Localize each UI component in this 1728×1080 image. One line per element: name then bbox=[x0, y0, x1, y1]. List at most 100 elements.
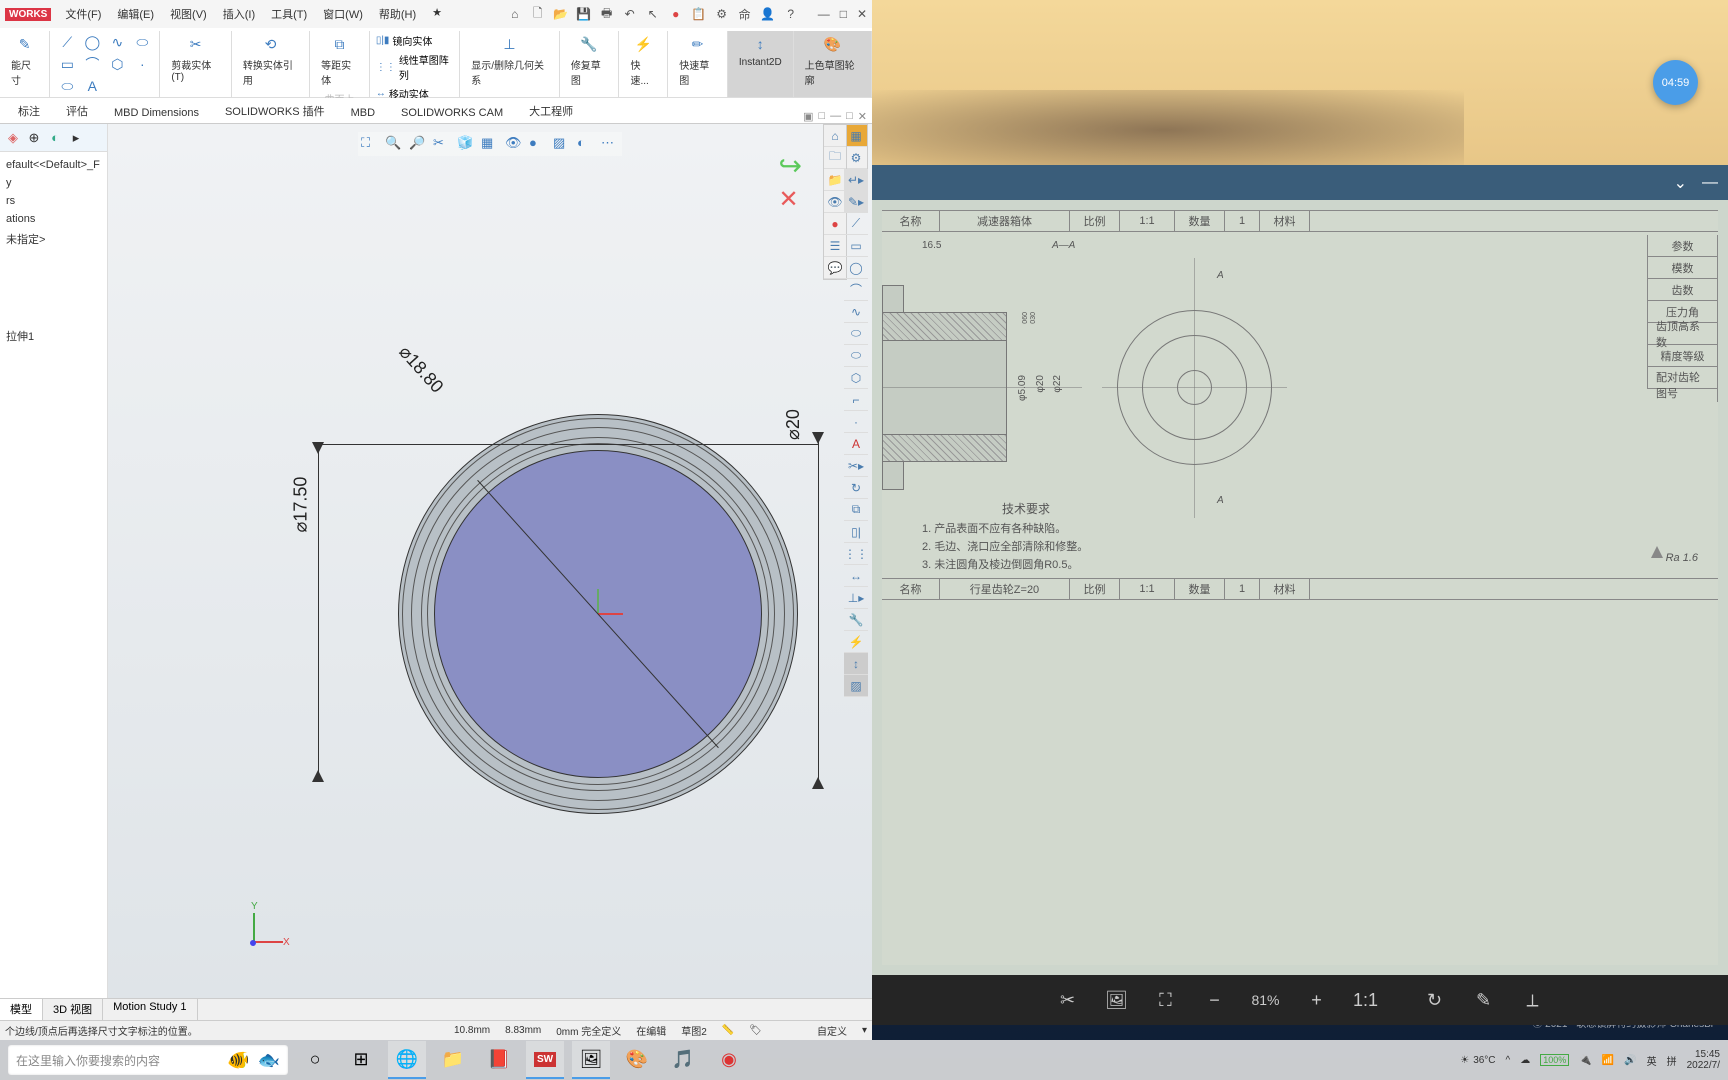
sk-ellipse-icon[interactable]: ⬭ bbox=[844, 323, 868, 345]
zoom-fit-icon[interactable]: ⛶ bbox=[361, 135, 379, 153]
tab-mbd-dim[interactable]: MBD Dimensions bbox=[101, 102, 212, 123]
taskbar-netease-icon[interactable]: ◉ bbox=[710, 1041, 748, 1079]
menu-pin-icon[interactable]: ★ bbox=[428, 4, 446, 24]
task-forum-icon[interactable]: 💬 bbox=[824, 257, 846, 279]
repair-button[interactable]: 🔧 修复草图 bbox=[566, 31, 613, 89]
tree-config-item[interactable]: efault<<Default>_F bbox=[2, 156, 105, 174]
search-text[interactable]: 命 bbox=[735, 4, 755, 24]
sk-convert-icon[interactable]: ↻ bbox=[844, 477, 868, 499]
save-icon[interactable]: 💾 bbox=[574, 4, 594, 24]
tray-onedrive-icon[interactable]: ☁ bbox=[1520, 1055, 1530, 1066]
slot-icon[interactable]: ⬭ bbox=[56, 75, 78, 97]
menu-tools[interactable]: 工具(T) bbox=[267, 4, 311, 24]
dim-17-50[interactable]: ⌀17.50 bbox=[290, 477, 311, 533]
sk-offset-icon[interactable]: ⧉ bbox=[844, 499, 868, 521]
mdi-min-icon[interactable]: — bbox=[830, 110, 841, 123]
menu-insert[interactable]: 插入(I) bbox=[219, 4, 259, 24]
line-icon[interactable]: ⟋ bbox=[56, 31, 78, 53]
mirror-button[interactable]: ▯|▮镜向实体 bbox=[376, 31, 453, 50]
minimize-icon[interactable]: — bbox=[1702, 174, 1718, 192]
maximize-button[interactable]: □ bbox=[840, 7, 847, 21]
tree-tab-icon[interactable]: ◈ bbox=[4, 129, 22, 147]
task-home-icon[interactable]: ⌂ bbox=[824, 125, 846, 147]
zoom-out-icon[interactable]: − bbox=[1202, 988, 1226, 1012]
tree-item-1[interactable]: rs bbox=[2, 192, 105, 210]
tray-battery[interactable]: 100% bbox=[1540, 1054, 1569, 1066]
info-icon[interactable]: 🖼 bbox=[1104, 988, 1128, 1012]
tab-addins[interactable]: SOLIDWORKS 插件 bbox=[212, 98, 338, 123]
taskbar-photos-icon[interactable]: 🖼 bbox=[572, 1041, 610, 1079]
tray-expand-icon[interactable]: ^ bbox=[1506, 1055, 1511, 1066]
minimize-button[interactable]: — bbox=[818, 7, 830, 21]
close-button[interactable]: ✕ bbox=[857, 7, 867, 21]
tree-config-icon[interactable]: ◐ bbox=[46, 129, 64, 147]
quick-button[interactable]: ⚡ 快速... bbox=[625, 31, 661, 89]
sk-dim-icon[interactable]: ✎▸ bbox=[844, 191, 868, 213]
sk-inst-icon[interactable]: ↕ bbox=[844, 653, 868, 675]
tray-ime2[interactable]: 拼 bbox=[1667, 1053, 1677, 1068]
section-icon[interactable]: ✂ bbox=[433, 135, 451, 153]
confirm-cancel-icon[interactable]: ✕ bbox=[779, 186, 799, 213]
sk-shade-icon[interactable]: ▨ bbox=[844, 675, 868, 697]
smart-dimension-button[interactable]: ✎ 能尺寸 bbox=[6, 31, 43, 89]
instant2d-button[interactable]: ↕ Instant2D bbox=[734, 31, 787, 70]
more-view-icon[interactable]: ⋯ bbox=[601, 135, 619, 153]
taskbar-edge-icon[interactable]: 🌐 bbox=[388, 1041, 426, 1079]
sk-slot-icon[interactable]: ⬭ bbox=[844, 345, 868, 367]
desktop-clock-widget[interactable]: 04:59 bbox=[1653, 60, 1698, 105]
settings-icon[interactable]: ⚙ bbox=[712, 4, 732, 24]
circle-icon[interactable]: ◯ bbox=[81, 31, 103, 53]
menu-file[interactable]: 文件(F) bbox=[61, 4, 105, 24]
mdi-tile-icon[interactable]: □ bbox=[818, 110, 825, 123]
print-icon[interactable]: 🖶 bbox=[597, 4, 617, 24]
fit-icon[interactable]: ⛶ bbox=[1153, 988, 1177, 1012]
confirm-ok-icon[interactable]: ↪ bbox=[779, 150, 802, 181]
edit-icon[interactable]: ✎ bbox=[1472, 988, 1496, 1012]
taskbar-search[interactable]: 在这里输入你要搜索的内容 🐠 🐟 bbox=[8, 1045, 288, 1075]
sk-display-icon[interactable]: ⊥▸ bbox=[844, 587, 868, 609]
sk-pattern-icon[interactable]: ⋮⋮ bbox=[844, 543, 868, 565]
display-relations-button[interactable]: ⊥ 显示/删除几何关系 bbox=[466, 31, 553, 89]
zoom-area-icon[interactable]: 🔍 bbox=[385, 135, 403, 153]
task-explore-icon[interactable]: 📁 bbox=[824, 169, 846, 191]
sk-circle-icon[interactable]: ◯ bbox=[844, 257, 868, 279]
sk-quick-icon[interactable]: ⚡ bbox=[844, 631, 868, 653]
sk-line-icon[interactable]: ⟋ bbox=[844, 213, 868, 235]
crop-icon[interactable]: ✂ bbox=[1055, 988, 1079, 1012]
tray-power-icon[interactable]: 🔌 bbox=[1579, 1055, 1591, 1066]
taskbar-solidworks-icon[interactable]: SW bbox=[526, 1041, 564, 1079]
menu-help[interactable]: 帮助(H) bbox=[375, 4, 420, 24]
convert-button[interactable]: ⟲ 转换实体引用 bbox=[238, 31, 303, 89]
taskbar-cortana-icon[interactable]: ○ bbox=[296, 1041, 334, 1079]
tree-item-0[interactable]: y bbox=[2, 174, 105, 192]
offset-button[interactable]: ⧉ 等距实体 bbox=[316, 31, 363, 89]
weather-widget[interactable]: ☀ 36°C bbox=[1460, 1055, 1495, 1066]
polygon-icon[interactable]: ⬡ bbox=[106, 53, 128, 75]
display-style-icon[interactable]: ▦ bbox=[481, 135, 499, 153]
sk-exit-icon[interactable]: ↵▸ bbox=[844, 169, 868, 191]
appearance-icon[interactable]: ● bbox=[529, 135, 547, 153]
tree-item-extrude[interactable]: 拉伸1 bbox=[2, 325, 105, 347]
sk-fillet-icon[interactable]: ⌐ bbox=[844, 389, 868, 411]
mdi-restore-icon[interactable]: ▣ bbox=[803, 110, 813, 123]
text-icon[interactable]: A bbox=[81, 75, 103, 97]
point-icon[interactable]: · bbox=[131, 53, 153, 75]
quicksketch-button[interactable]: ✏ 快速草图 bbox=[674, 31, 721, 89]
taskbar-explorer-icon[interactable]: 📁 bbox=[434, 1041, 472, 1079]
zoom-in-icon[interactable]: + bbox=[1305, 988, 1329, 1012]
sk-spline-icon[interactable]: ∿ bbox=[844, 301, 868, 323]
bottab-model[interactable]: 模型 bbox=[0, 999, 43, 1020]
taskbar-taskview-icon[interactable]: ⊞ bbox=[342, 1041, 380, 1079]
undo-icon[interactable]: ↶ bbox=[620, 4, 640, 24]
tray-wifi-icon[interactable]: 📶 bbox=[1602, 1055, 1614, 1066]
tray-ime1[interactable]: 英 bbox=[1647, 1053, 1657, 1068]
orient-icon[interactable]: 🧊 bbox=[457, 135, 475, 153]
tray-clock[interactable]: 15:45 2022/7/ bbox=[1687, 1049, 1720, 1071]
hide-icon[interactable]: 👁 bbox=[505, 135, 523, 153]
crop2-icon[interactable]: ⟂ bbox=[1521, 988, 1545, 1012]
tab-mbd[interactable]: MBD bbox=[338, 102, 388, 123]
bottab-motion[interactable]: Motion Study 1 bbox=[103, 999, 197, 1020]
tree-item-3[interactable]: 未指定> bbox=[2, 228, 105, 250]
mdi-close-icon[interactable]: ✕ bbox=[858, 110, 867, 123]
user-icon[interactable]: 👤 bbox=[758, 4, 778, 24]
